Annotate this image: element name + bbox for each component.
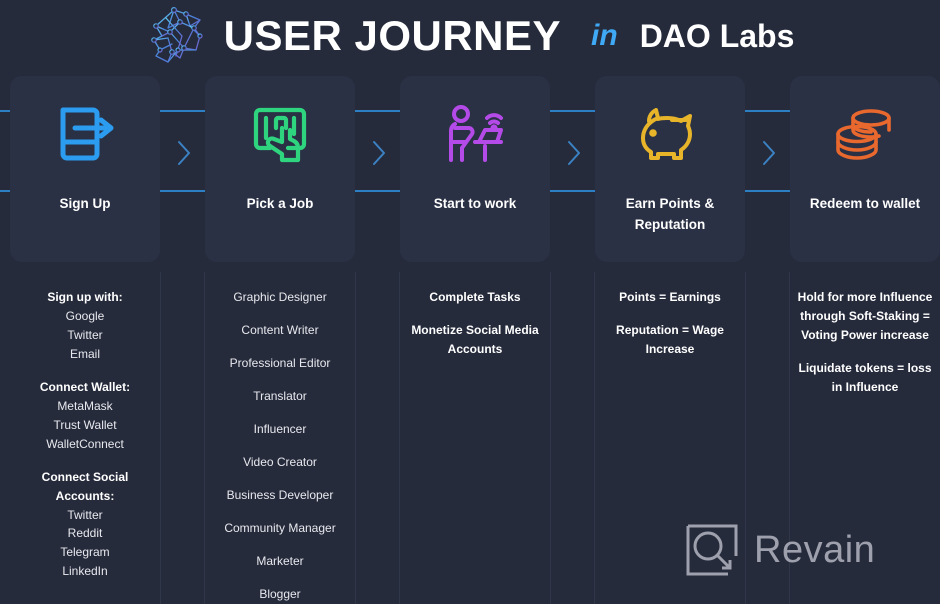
detail-group-heading: Connect Wallet: — [39, 379, 131, 394]
detail-group: Business Developer — [205, 486, 355, 505]
detail-group: Sign up with: Google Twitter Email — [10, 288, 160, 364]
dao-labs-network-wolf-logo-icon — [146, 6, 208, 66]
detail-group: Hold for more Influence through Soft-Sta… — [790, 288, 940, 345]
detail-group: Monetize Social Media Accounts — [400, 321, 550, 359]
detail-group: Translator — [205, 387, 355, 406]
detail-group: Professional Editor — [205, 354, 355, 373]
detail-group: Graphic Designer — [205, 288, 355, 307]
detail-item: Google — [65, 308, 105, 323]
detail-column-pick-a-job: Graphic Designer Content Writer Profession… — [205, 272, 355, 604]
detail-item: Twitter — [67, 507, 103, 522]
step-card-redeem-to-wallet[interactable]: Redeem to wallet — [790, 76, 940, 262]
step-card-sign-up[interactable]: Sign Up — [10, 76, 160, 262]
detail-group-heading: Monetize Social Media Accounts — [411, 322, 539, 356]
detail-item: LinkedIn — [62, 564, 108, 579]
title-connector-word: in — [591, 19, 618, 52]
revain-watermark: Revain — [684, 522, 875, 578]
detail-item: Content Writer — [241, 322, 319, 337]
detail-group-heading: Hold for more Influence through Soft-Sta… — [797, 290, 933, 342]
brand-name: DAO Labs — [639, 17, 795, 54]
person-at-desk-wifi-icon — [439, 98, 511, 170]
detail-item: Influencer — [253, 421, 307, 436]
step-card-label: Sign Up — [59, 196, 111, 211]
stacked-coins-icon — [829, 98, 901, 170]
step-card-label: Start to work — [433, 196, 517, 211]
revain-wordmark: Revain — [754, 528, 876, 571]
header: USER JOURNEY in DAO Labs — [0, 0, 940, 72]
infographic-canvas: USER JOURNEY in DAO Labs Sign Up Pick a … — [0, 0, 940, 604]
detail-group-heading: Connect Social Accounts: — [41, 469, 129, 503]
detail-item: Telegram — [60, 545, 110, 560]
step-card-label: Pick a Job — [246, 196, 314, 211]
detail-group: Complete Tasks — [400, 288, 550, 307]
detail-item: Marketer — [256, 553, 304, 568]
detail-group: Blogger — [205, 585, 355, 604]
detail-item: Email — [69, 346, 100, 361]
detail-group: Community Manager — [205, 519, 355, 538]
detail-item: Blogger — [259, 586, 301, 601]
detail-item: Graphic Designer — [233, 290, 327, 304]
door-exit-arrow-icon — [49, 98, 121, 170]
detail-group: Points = Earnings — [595, 288, 745, 307]
step-card-pick-a-job[interactable]: Pick a Job — [205, 76, 355, 262]
detail-item: Video Creator — [243, 454, 317, 469]
detail-item: Translator — [253, 388, 307, 403]
detail-group: Influencer — [205, 420, 355, 439]
detail-item: Business Developer — [226, 487, 334, 502]
detail-item: Community Manager — [224, 520, 336, 535]
detail-item: Professional Editor — [229, 355, 331, 370]
revain-logo-icon — [684, 522, 740, 578]
piggy-bank-icon — [634, 98, 706, 170]
detail-group-heading: Sign up with: — [47, 290, 123, 304]
screen-hand-select-icon — [244, 98, 316, 170]
detail-group: Connect Wallet: MetaMask Trust Wallet Walle… — [10, 378, 160, 454]
step-card-start-to-work[interactable]: Start to work — [400, 76, 550, 262]
detail-group: Content Writer — [205, 321, 355, 340]
detail-item: WalletConnect — [46, 436, 124, 451]
detail-group: Video Creator — [205, 453, 355, 472]
detail-group-heading: Points = Earnings — [619, 290, 721, 304]
page-title: USER JOURNEY — [223, 12, 562, 59]
step-card-label: Earn Points & Reputation — [625, 196, 715, 232]
detail-group-heading: Complete Tasks — [429, 290, 521, 304]
detail-item: Twitter — [67, 327, 103, 342]
detail-group: Liquidate tokens = loss in Influence — [790, 359, 940, 397]
detail-group: Connect Social Accounts: Twitter Reddit Tel… — [10, 468, 160, 582]
steps-card-row: Sign Up Pick a Job Start to work Earn Po… — [0, 76, 940, 262]
detail-group-heading: Reputation = Wage Increase — [616, 322, 724, 356]
detail-item: Reddit — [67, 526, 103, 541]
step-card-label: Redeem to wallet — [809, 196, 921, 211]
detail-item: MetaMask — [57, 398, 113, 413]
detail-group: Reputation = Wage Increase — [595, 321, 745, 359]
step-card-earn-points[interactable]: Earn Points & Reputation — [595, 76, 745, 262]
column-divider — [160, 272, 161, 604]
detail-column-start-to-work: Complete Tasks Monetize Social Media Acco… — [400, 272, 550, 604]
column-divider — [355, 272, 356, 604]
detail-group: Marketer — [205, 552, 355, 571]
detail-group-heading: Liquidate tokens = loss in Influence — [798, 360, 932, 394]
detail-column-sign-up: Sign up with: Google Twitter Email Connect W… — [10, 272, 160, 604]
detail-item: Trust Wallet — [53, 417, 117, 432]
column-divider — [550, 272, 551, 604]
